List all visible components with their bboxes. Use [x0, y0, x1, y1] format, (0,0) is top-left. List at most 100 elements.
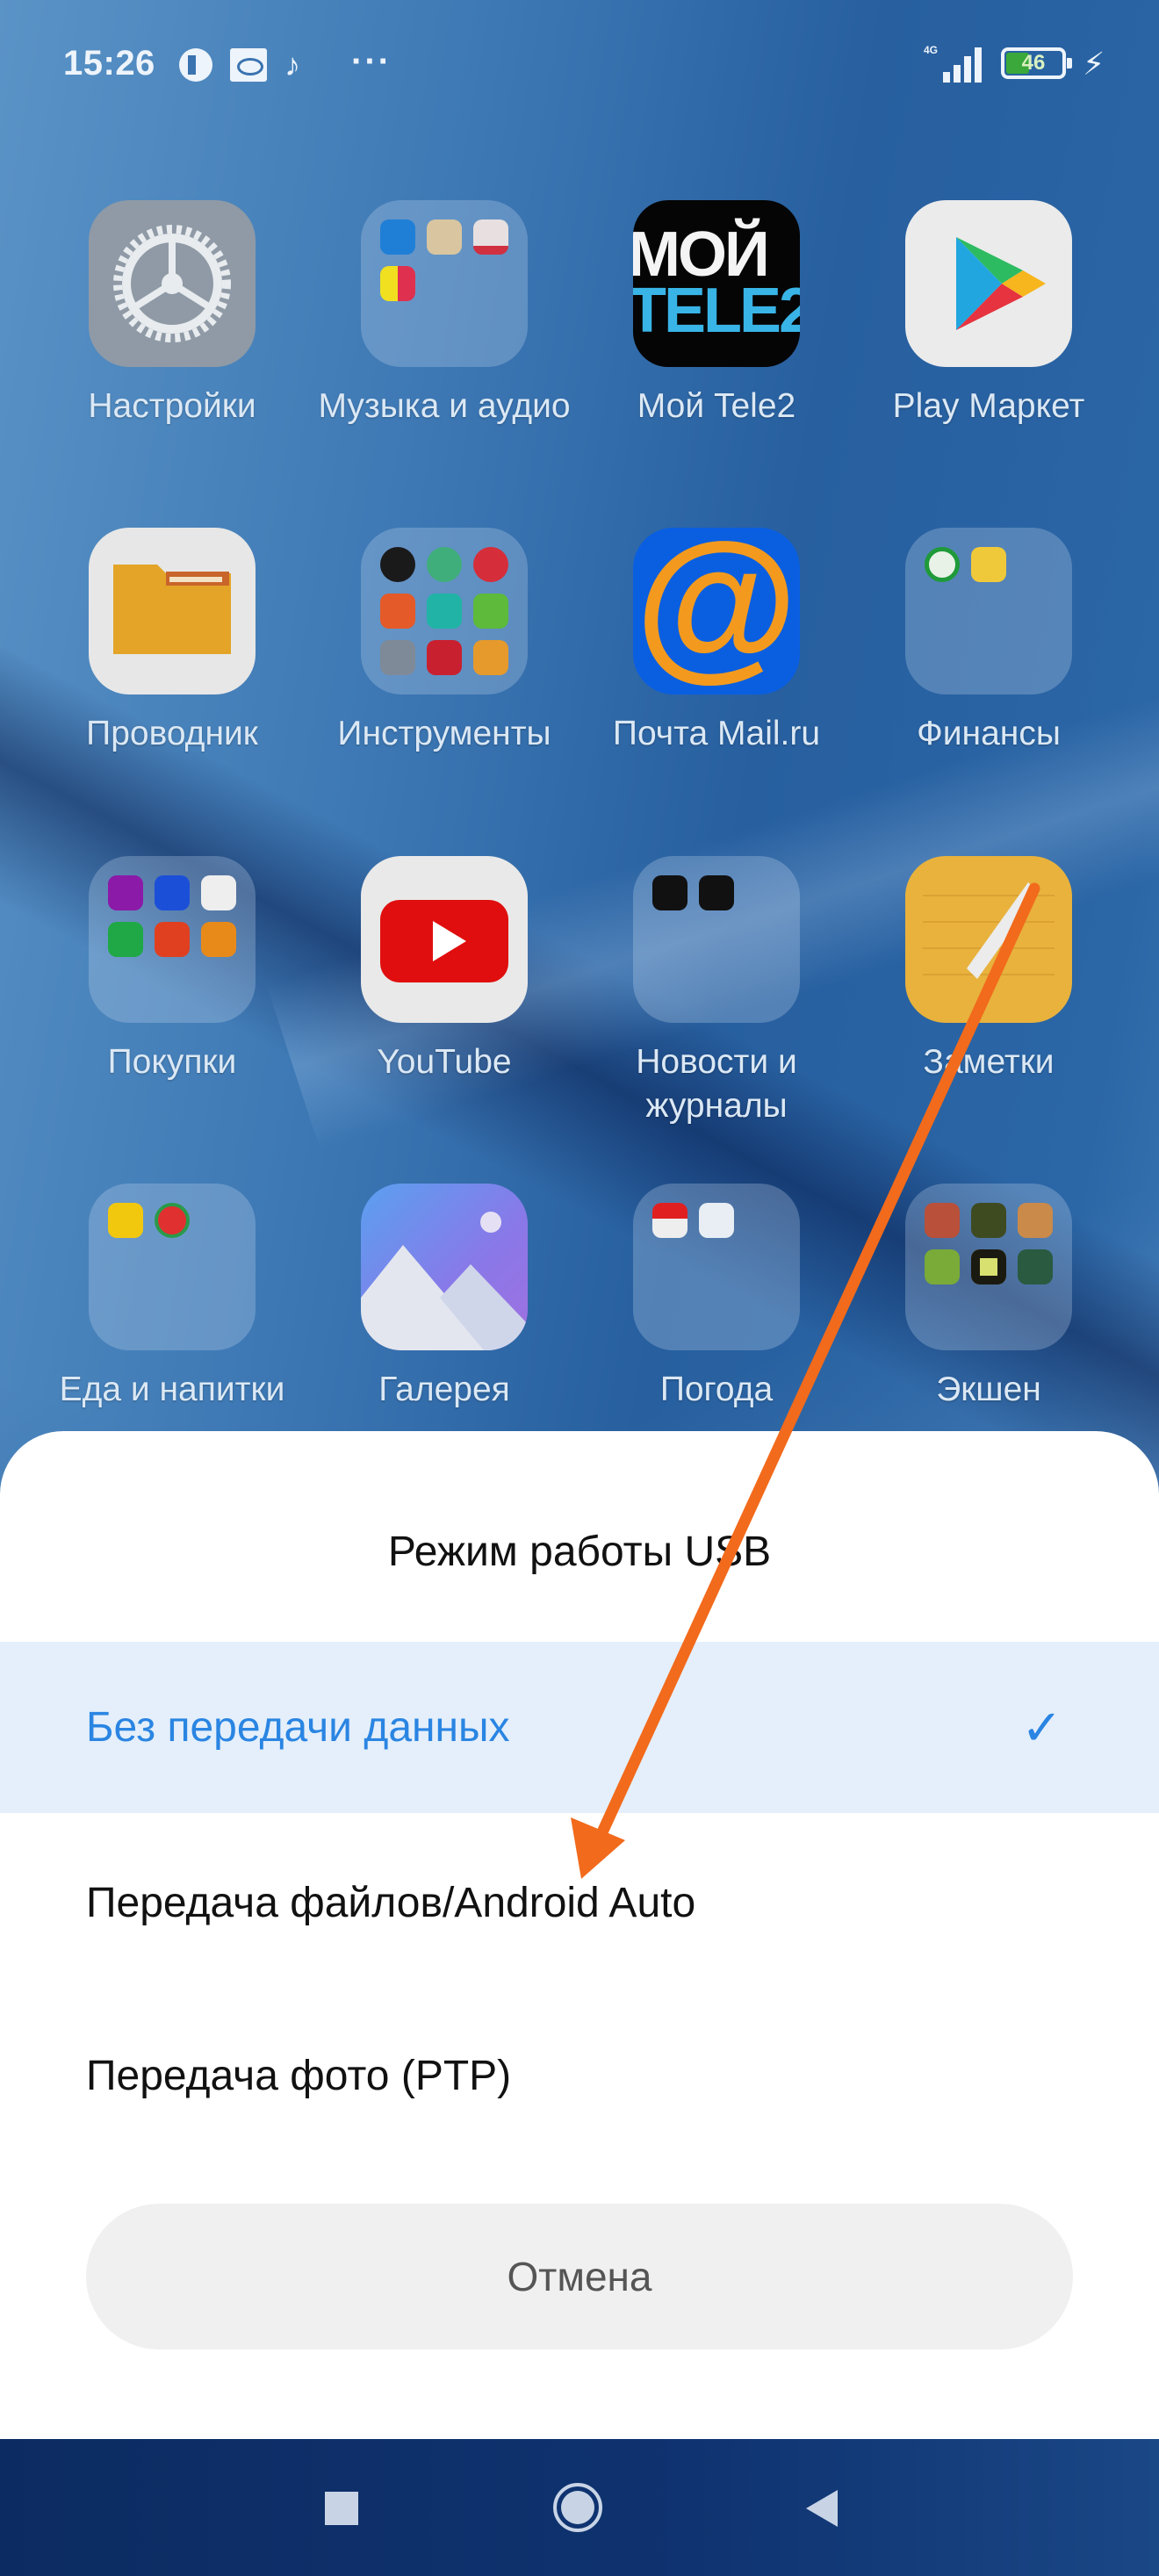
- mini-app-icon: [652, 875, 687, 910]
- status-time: 15:26: [63, 44, 155, 83]
- folder-food-drinks[interactable]: Еда и напитки: [40, 1184, 304, 1412]
- app-mail-ru[interactable]: @ Почта Mail.ru: [585, 528, 848, 756]
- app-label: Галерея: [378, 1371, 510, 1408]
- notes-icon: [905, 856, 1072, 1023]
- mini-app-icon: [108, 1203, 143, 1238]
- app-label: Настройки: [88, 387, 256, 425]
- at-sign: @: [635, 528, 798, 694]
- charging-icon: ⚡: [1083, 46, 1105, 82]
- app-label: Новости и журналы: [636, 1043, 797, 1125]
- mini-app-icon: [427, 219, 462, 255]
- app-label: Музыка и аудио: [318, 387, 571, 425]
- gallery-icon: [361, 1184, 528, 1350]
- folder-icon: [89, 856, 256, 1023]
- signal-bar: [964, 56, 971, 83]
- mini-app-icon: [971, 1203, 1006, 1238]
- option-no-data-transfer[interactable]: Без передачи данных ✓: [0, 1642, 1159, 1813]
- mail-at-icon: @: [633, 528, 800, 694]
- signal-bar: [954, 65, 961, 83]
- mini-app-icon: [971, 547, 1006, 582]
- app-settings[interactable]: Настройки: [40, 200, 304, 428]
- mini-app-icon: [925, 547, 960, 582]
- option-label: Без передачи данных: [86, 1704, 510, 1751]
- cancel-button[interactable]: Отмена: [86, 2204, 1073, 2349]
- app-youtube[interactable]: YouTube: [313, 856, 576, 1084]
- usb-mode-dialog: Режим работы USB Без передачи данных ✓ П…: [0, 1431, 1159, 2441]
- app-play-market[interactable]: Play Маркет: [857, 200, 1120, 428]
- option-photo-transfer-ptp[interactable]: Передача фото (PTP): [0, 1990, 1159, 2162]
- settings-gear-icon: [89, 200, 256, 367]
- option-file-transfer-android-auto[interactable]: Передача файлов/Android Auto: [0, 1817, 1159, 1989]
- mini-app-icon: [201, 922, 236, 957]
- app-label: Мой Tele2: [637, 387, 796, 425]
- option-label: Передача фото (PTP): [86, 2053, 512, 2099]
- app-label: Заметки: [923, 1043, 1055, 1081]
- app-label: Play Маркет: [892, 387, 1085, 425]
- option-label: Передача файлов/Android Auto: [86, 1880, 696, 1926]
- mini-app-icon: [108, 922, 143, 957]
- mini-app-icon: [155, 922, 190, 957]
- navigation-bar: [0, 2439, 1159, 2576]
- mini-app-icon: [699, 1203, 734, 1238]
- play-triangle: [433, 921, 466, 961]
- folder-icon: [633, 1184, 800, 1350]
- mini-app-icon: [427, 640, 462, 675]
- tele2-notification-icon: [179, 48, 212, 82]
- mini-app-icon: [380, 594, 415, 629]
- folder-music-audio[interactable]: Музыка и аудио: [313, 200, 576, 428]
- folder-weather[interactable]: Погода: [585, 1184, 848, 1412]
- mini-app-icon: [427, 594, 462, 629]
- folder-shopping[interactable]: Покупки: [40, 856, 304, 1084]
- folder-tools[interactable]: Инструменты: [313, 528, 576, 756]
- home-circle-icon[interactable]: [527, 2439, 632, 2576]
- mini-app-icon: [699, 875, 734, 910]
- folder-news[interactable]: Новости и журналы: [585, 856, 848, 1128]
- mini-app-icon: [108, 875, 143, 910]
- signal-icon: 4G: [924, 44, 987, 83]
- tele2-logo-text: МОЙ TELE2: [633, 219, 800, 346]
- check-icon: ✓: [1021, 1700, 1062, 1755]
- app-my-tele2[interactable]: МОЙ TELE2 Мой Tele2: [585, 200, 848, 428]
- app-gallery[interactable]: Галерея: [313, 1184, 576, 1412]
- app-label: Погода: [659, 1371, 774, 1408]
- youtube-icon: [361, 856, 528, 1023]
- mini-app-icon: [925, 1249, 960, 1284]
- recents-square-icon[interactable]: [288, 2439, 393, 2576]
- more-notifications-icon: ···: [351, 42, 392, 81]
- play-store-icon: [905, 200, 1072, 367]
- tele2-icon: МОЙ TELE2: [633, 200, 800, 367]
- mini-app-icon: [155, 1203, 190, 1238]
- mini-app-icon: [380, 219, 415, 255]
- file-folder-icon: [89, 528, 256, 694]
- mini-app-icon: [473, 594, 508, 629]
- folder-finance[interactable]: Финансы: [857, 528, 1120, 756]
- app-label: Проводник: [86, 715, 258, 752]
- mini-app-icon: [473, 547, 508, 582]
- mini-app-icon: [1018, 1203, 1053, 1238]
- mini-app-icon: [971, 1249, 1006, 1284]
- battery-icon: 46: [1001, 47, 1072, 79]
- app-label: Покупки: [107, 1043, 237, 1081]
- folder-icon: [361, 528, 528, 694]
- network-type: 4G: [924, 44, 939, 56]
- folder-icon: [905, 528, 1072, 694]
- app-file-explorer[interactable]: Проводник: [40, 528, 304, 756]
- mini-app-icon: [155, 875, 190, 910]
- mini-app-icon: [380, 547, 415, 582]
- back-triangle-icon[interactable]: [771, 2439, 876, 2576]
- app-notes[interactable]: Заметки: [857, 856, 1120, 1084]
- battery-nub: [1067, 58, 1072, 68]
- dialog-title: Режим работы USB: [387, 1529, 772, 1575]
- folder-action[interactable]: Экшен: [857, 1184, 1120, 1412]
- folder-icon: [905, 1184, 1072, 1350]
- mini-app-icon: [473, 640, 508, 675]
- mini-app-icon: [652, 1203, 687, 1238]
- mini-app-icon: [380, 266, 415, 301]
- status-bar: 15:26 ♪ ··· 4G 46 ⚡: [0, 0, 1159, 132]
- battery-level: 46: [1021, 51, 1046, 75]
- app-label: Финансы: [917, 715, 1061, 752]
- app-label: YouTube: [377, 1043, 512, 1081]
- app-label: Почта Mail.ru: [612, 715, 821, 752]
- mini-app-icon: [1018, 1249, 1053, 1284]
- signal-bar: [943, 72, 950, 83]
